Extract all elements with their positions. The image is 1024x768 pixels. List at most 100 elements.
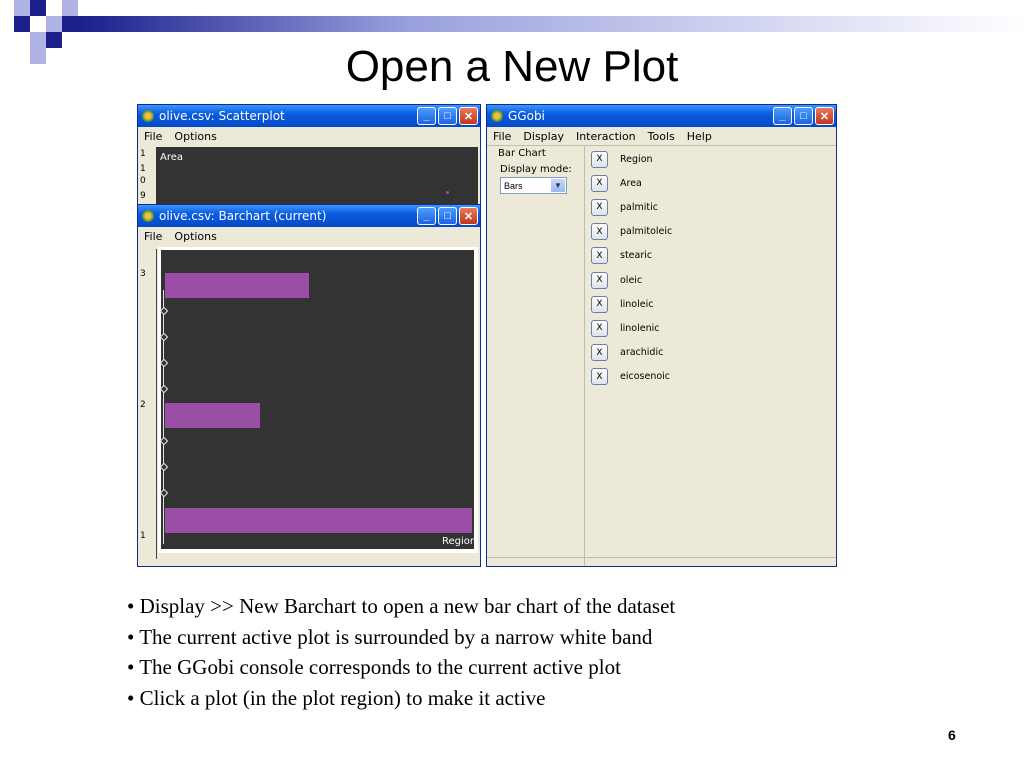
menu-options[interactable]: Options — [174, 130, 216, 143]
scatterplot-menubar: File Options — [138, 127, 480, 145]
slide-title: Open a New Plot — [345, 42, 679, 91]
axis-line — [163, 290, 164, 544]
variable-row-palmitoleic: Xpalmitoleic — [591, 220, 672, 244]
menu-options[interactable]: Options — [174, 230, 216, 243]
menu-file[interactable]: File — [144, 230, 162, 243]
bullet-item: • The GGobi console corresponds to the c… — [127, 655, 621, 679]
close-button[interactable]: ✕ — [459, 107, 478, 125]
diamond-marker — [159, 358, 169, 368]
barchart-plot-area[interactable]: Region — [159, 250, 477, 549]
ggobi-titlebar[interactable]: GGobi _ □ ✕ — [487, 105, 836, 127]
scatterplot-titlebar[interactable]: olive.csv: Scatterplot _ □ ✕ — [138, 105, 480, 127]
active-plot-white-band: Region — [158, 247, 478, 553]
menu-help[interactable]: Help — [687, 130, 712, 143]
bullet-item: • Click a plot (in the plot region) to m… — [127, 685, 546, 710]
bar-category-1[interactable] — [165, 508, 472, 533]
ggobi-menubar: File Display Interaction Tools Help — [487, 127, 836, 145]
variable-x-button[interactable]: X — [591, 319, 608, 337]
scatter-point — [446, 191, 449, 194]
bullet-list: • Display >> New Barchart to open a new … — [127, 591, 675, 713]
page-number: 6 — [948, 727, 956, 743]
barchart-menubar: File Options — [138, 227, 480, 245]
bar-category-3[interactable] — [165, 273, 309, 298]
variable-name: linolenic — [620, 322, 660, 334]
variable-x-button[interactable]: X — [591, 223, 608, 241]
variable-row-oleic: Xoleic — [591, 268, 642, 292]
bullet-item: • Display >> New Barchart to open a new … — [127, 594, 676, 618]
ruler-label-2: 2 — [140, 400, 146, 410]
scatterplot-plot-area[interactable]: Area — [156, 147, 478, 207]
variable-row-region: X Region — [591, 147, 653, 171]
variable-x-button[interactable]: X — [591, 198, 608, 216]
variable-name: palmitoleic — [620, 226, 673, 238]
variable-row-eicosenoic: Xeicosenoic — [591, 365, 670, 389]
variable-row-area: X Area — [591, 171, 642, 195]
variable-x-button[interactable]: X — [591, 150, 608, 168]
menu-file[interactable]: File — [493, 130, 511, 143]
variable-row-palmitic: Xpalmitic — [591, 195, 658, 219]
maximize-button[interactable]: □ — [794, 107, 813, 125]
variable-row-linolenic: Xlinolenic — [591, 316, 659, 340]
variable-x-button[interactable]: X — [591, 271, 608, 289]
barchart-window[interactable]: olive.csv: Barchart (current) _ □ ✕ File… — [137, 204, 481, 567]
variable-name: linoleic — [620, 298, 654, 310]
variable-name: oleic — [620, 274, 643, 286]
variable-x-button[interactable]: X — [591, 174, 608, 192]
bullet-item: • The current active plot is surrounded … — [127, 624, 653, 649]
bar-chart-heading: Bar Chart — [498, 148, 546, 159]
minimize-button[interactable]: _ — [417, 107, 436, 125]
diamond-marker — [159, 436, 169, 446]
close-button[interactable]: ✕ — [815, 107, 834, 125]
display-mode-value: Bars — [504, 180, 523, 191]
variable-row-stearic: Xstearic — [591, 244, 652, 268]
barchart-app-icon — [142, 210, 154, 222]
menu-display[interactable]: Display — [523, 130, 564, 143]
scatterplot-window[interactable]: olive.csv: Scatterplot _ □ ✕ File Option… — [137, 104, 481, 208]
variable-x-button[interactable]: X — [591, 247, 608, 265]
variable-name: arachidic — [620, 347, 664, 359]
ruler-label: 1 — [140, 164, 146, 174]
header-gradient-bar — [78, 16, 1024, 32]
barchart-titlebar[interactable]: olive.csv: Barchart (current) _ □ ✕ — [138, 205, 480, 227]
display-mode-label: Display mode: — [500, 164, 572, 175]
diamond-marker — [159, 332, 169, 342]
display-mode-select[interactable]: Bars ▼ — [500, 177, 567, 194]
minimize-button[interactable]: _ — [773, 107, 792, 125]
variable-name: Region — [620, 153, 653, 165]
menu-tools[interactable]: Tools — [648, 130, 675, 143]
ruler-label-1: 1 — [140, 531, 146, 541]
variable-x-button[interactable]: X — [591, 368, 608, 386]
maximize-button[interactable]: □ — [438, 207, 457, 225]
diamond-marker — [159, 488, 169, 498]
scatterplot-title: olive.csv: Scatterplot — [159, 109, 285, 123]
ruler-label: 9 — [140, 191, 146, 201]
maximize-button[interactable]: □ — [438, 107, 457, 125]
ruler-label-3: 3 — [140, 269, 146, 279]
barchart-title: olive.csv: Barchart (current) — [159, 209, 327, 223]
bar-category-2[interactable] — [165, 403, 260, 428]
diamond-marker — [159, 384, 169, 394]
ggobi-window[interactable]: GGobi _ □ ✕ File Display Interaction Too… — [486, 104, 837, 567]
ggobi-title: GGobi — [508, 109, 545, 123]
variable-x-button[interactable]: X — [591, 295, 608, 313]
diamond-marker — [159, 306, 169, 316]
ruler-label: 1 — [140, 149, 146, 159]
variable-x-button[interactable]: X — [591, 344, 608, 362]
axis-label-area: Area — [160, 152, 184, 163]
variable-name: stearic — [620, 250, 653, 262]
region-label: Region — [442, 536, 477, 547]
variable-name: Area — [620, 177, 642, 189]
variable-name: eicosenoic — [620, 371, 671, 383]
menu-interaction[interactable]: Interaction — [576, 130, 636, 143]
scatterplot-app-icon — [142, 110, 154, 122]
ggobi-app-icon — [491, 110, 503, 122]
close-button[interactable]: ✕ — [459, 207, 478, 225]
variable-name: palmitic — [620, 201, 658, 213]
variable-row-arachidic: Xarachidic — [591, 341, 663, 365]
chevron-down-icon: ▼ — [551, 179, 565, 192]
menu-file[interactable]: File — [144, 130, 162, 143]
variable-row-linoleic: Xlinoleic — [591, 292, 653, 316]
ruler-label: 0 — [140, 176, 146, 186]
minimize-button[interactable]: _ — [417, 207, 436, 225]
diamond-marker — [159, 462, 169, 472]
